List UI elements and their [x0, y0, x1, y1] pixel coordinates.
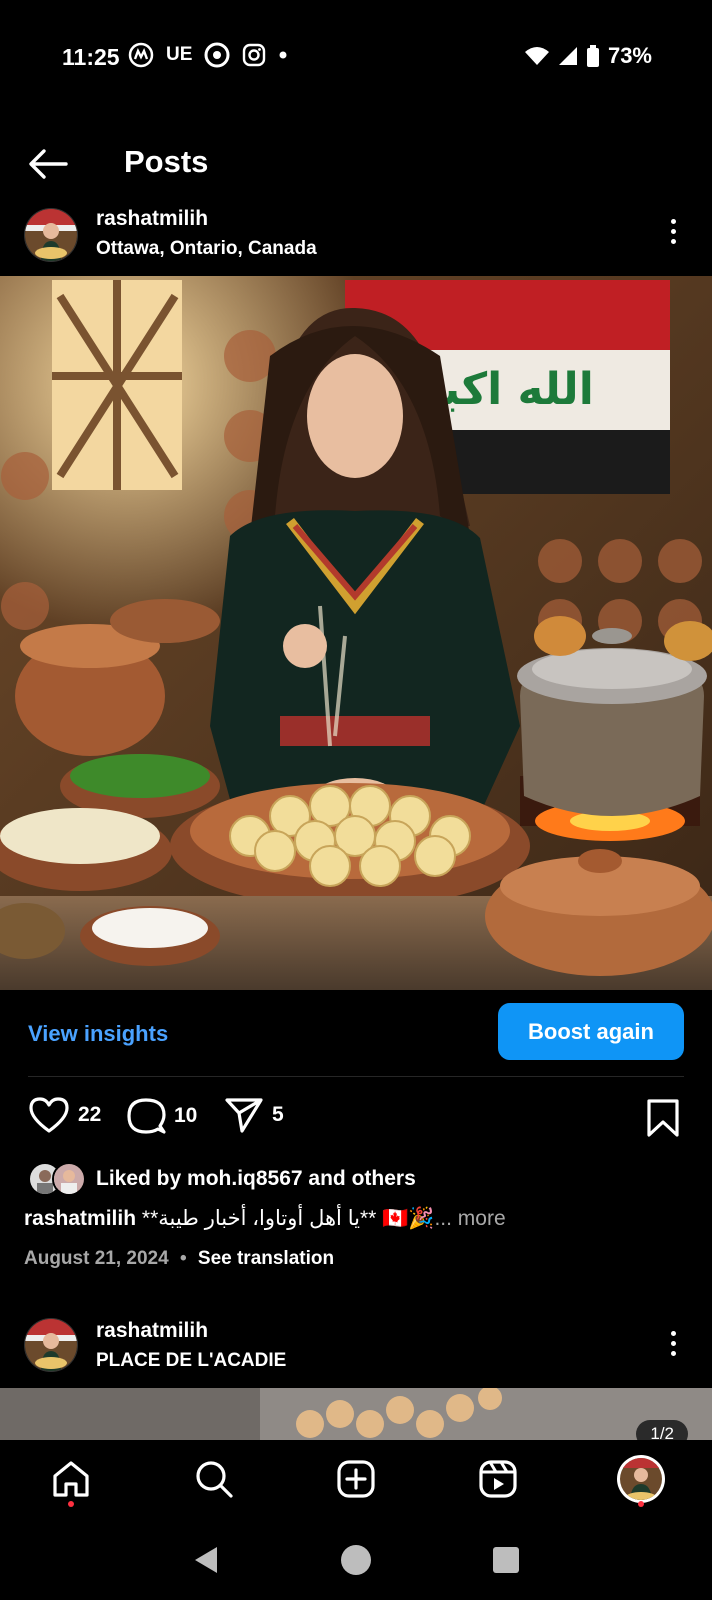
- caption-more[interactable]: ... more: [434, 1207, 505, 1230]
- status-bar: 11:25 UE 73%: [0, 0, 712, 116]
- avatar-image: [25, 1319, 77, 1371]
- date-separator: •: [179, 1248, 187, 1269]
- system-back-icon[interactable]: [192, 1545, 220, 1575]
- liked-by-text[interactable]: Liked by moh.iq8567 and others: [96, 1167, 416, 1191]
- nav-profile[interactable]: [611, 1449, 671, 1509]
- system-home-icon[interactable]: [340, 1544, 372, 1576]
- status-time: 11:25: [62, 44, 120, 70]
- home-icon[interactable]: [51, 1459, 91, 1499]
- boost-again-button[interactable]: Boost again: [498, 1003, 684, 1060]
- wifi-icon: [524, 47, 549, 65]
- caption-username[interactable]: rashatmilih: [24, 1207, 136, 1230]
- more-options-icon[interactable]: [668, 1328, 678, 1358]
- instagram-icon: [243, 43, 266, 67]
- battery-percent: 73%: [607, 43, 652, 68]
- caption[interactable]: rashatmilih **يا أهل أوتاوا، أخبار طيبة*…: [24, 1206, 506, 1231]
- post-date: August 21, 2024: [24, 1248, 169, 1269]
- nav-search[interactable]: [184, 1449, 244, 1509]
- comment-action[interactable]: 10: [126, 1096, 197, 1136]
- nav-create[interactable]: [326, 1449, 386, 1509]
- caption-text: **يا أهل أوتاوا، أخبار طيبة** 🇨🇦🎉: [141, 1207, 435, 1230]
- signal-icon: [558, 47, 577, 65]
- comment-icon[interactable]: [126, 1096, 166, 1136]
- comment-count[interactable]: 10: [174, 1104, 197, 1128]
- system-nav-bar: [0, 1520, 712, 1600]
- share-icon[interactable]: [224, 1096, 264, 1134]
- share-action[interactable]: 5: [224, 1096, 284, 1134]
- bottom-nav: [0, 1440, 712, 1518]
- post-username[interactable]: rashatmilih: [96, 1319, 208, 1343]
- liker-avatars: [28, 1162, 86, 1196]
- post-image[interactable]: الله اكبر: [0, 276, 712, 990]
- nav-reels[interactable]: [468, 1449, 528, 1509]
- page-title: Posts: [124, 144, 209, 179]
- search-icon[interactable]: [194, 1459, 234, 1499]
- post-location[interactable]: Ottawa, Ontario, Canada: [96, 238, 317, 260]
- profile-avatar[interactable]: [616, 1454, 666, 1504]
- nav-home[interactable]: [41, 1449, 101, 1509]
- liked-by-suffix: and others: [302, 1167, 416, 1190]
- post-location[interactable]: PLACE DE L'ACADIE: [96, 1350, 286, 1372]
- notification-dot: [637, 1501, 644, 1507]
- divider: [28, 1076, 684, 1077]
- more-options-icon[interactable]: [668, 216, 678, 246]
- liked-by-row[interactable]: Liked by moh.iq8567 and others: [28, 1162, 416, 1196]
- post-date-row: August 21, 2024 • See translation: [24, 1248, 334, 1270]
- post-username[interactable]: rashatmilih: [96, 207, 208, 231]
- liked-by-user[interactable]: moh.iq8567: [187, 1167, 303, 1190]
- post-image[interactable]: [0, 1388, 712, 1440]
- bookmark-icon[interactable]: [646, 1098, 680, 1138]
- avatar[interactable]: [24, 208, 78, 262]
- ue-label: UE: [166, 44, 193, 65]
- more-notifications-dot-icon: [279, 51, 287, 59]
- back-arrow-icon[interactable]: [26, 146, 70, 182]
- liker-avatar: [52, 1162, 86, 1196]
- battery-icon: [586, 45, 599, 67]
- view-insights-link[interactable]: View insights: [28, 1021, 168, 1047]
- avatar[interactable]: [24, 1318, 78, 1372]
- like-action[interactable]: 22: [28, 1096, 101, 1134]
- avatar-image: [25, 209, 77, 261]
- system-recents-icon[interactable]: [492, 1546, 520, 1574]
- liked-by-prefix: Liked by: [96, 1167, 188, 1190]
- status-notification-icons: UE: [128, 42, 288, 68]
- motorola-icon: [128, 42, 154, 68]
- status-system-icons: 73%: [524, 43, 652, 69]
- see-translation-link[interactable]: See translation: [198, 1248, 334, 1269]
- chrome-icon: [204, 42, 230, 68]
- share-count[interactable]: 5: [272, 1103, 284, 1127]
- add-post-icon[interactable]: [336, 1459, 376, 1499]
- reels-icon[interactable]: [478, 1459, 518, 1499]
- heart-icon[interactable]: [28, 1096, 70, 1134]
- like-count[interactable]: 22: [78, 1103, 101, 1127]
- notification-dot: [68, 1501, 75, 1507]
